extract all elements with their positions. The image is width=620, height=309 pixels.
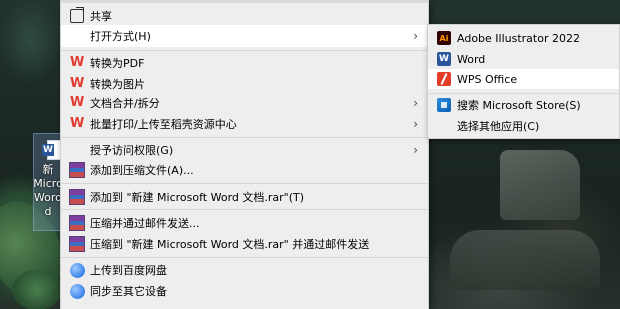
wallpaper-machine xyxy=(450,230,600,290)
menu-item-merge-split[interactable]: 文档合并/拆分 › xyxy=(61,92,428,114)
menu-item-label: 授予访问权限(G) xyxy=(90,144,174,157)
menu-item-label: 同步至其它设备 xyxy=(90,285,167,298)
submenu-item-wps-office[interactable]: WPS Office xyxy=(428,69,619,89)
submenu-item-illustrator[interactable]: Ai Adobe Illustrator 2022 xyxy=(428,28,619,48)
word-icon: W xyxy=(437,52,451,66)
chevron-right-icon: › xyxy=(413,29,418,43)
wps-icon xyxy=(69,95,85,111)
winrar-icon xyxy=(69,189,85,205)
menu-item-compress-rar-email[interactable]: 压缩到 "新建 Microsoft Word 文档.rar" 并通过邮件发送 xyxy=(61,233,428,255)
submenu-item-microsoft-store[interactable]: 搜索 Microsoft Store(S) xyxy=(428,95,619,115)
submenu-item-label: 选择其他应用(C) xyxy=(457,120,540,133)
menu-item-label: 转换为PDF xyxy=(90,57,145,70)
menu-item-sync-devices[interactable]: 同步至其它设备 xyxy=(61,280,428,302)
menu-item-convert-pdf[interactable]: 转换为PDF xyxy=(61,52,428,74)
menu-item-compress-email[interactable]: 压缩并通过邮件发送... xyxy=(61,212,428,234)
winrar-icon xyxy=(69,162,85,178)
menu-item-grant-access[interactable]: 授予访问权限(G) › xyxy=(61,139,428,161)
menu-item-label: 打开方式(H) xyxy=(90,30,151,43)
chevron-right-icon: › xyxy=(413,96,418,110)
submenu-item-label: Adobe Illustrator 2022 xyxy=(457,31,580,45)
menu-item-label: 批量打印/上传至稻壳资源中心 xyxy=(90,118,237,131)
context-menu: 共享 打开方式(H) › 转换为PDF 转换为图片 文档合并/拆分 › 批量打印… xyxy=(60,0,429,309)
menu-item-add-archive[interactable]: 添加到压缩文件(A)... xyxy=(61,159,428,181)
wps-icon xyxy=(69,76,85,92)
submenu-item-label: Word xyxy=(457,52,486,66)
menu-item-add-to-rar[interactable]: 添加到 "新建 Microsoft Word 文档.rar"(T) xyxy=(61,186,428,208)
menu-divider xyxy=(61,0,428,3)
menu-item-label: 上传到百度网盘 xyxy=(90,264,167,277)
menu-item-batch-print[interactable]: 批量打印/上传至稻壳资源中心 › xyxy=(61,113,428,135)
desktop-file-label: 新 Micro Word d xyxy=(33,163,63,218)
menu-item-label: 添加到 "新建 Microsoft Word 文档.rar"(T) xyxy=(90,191,305,204)
menu-item-label: 压缩到 "新建 Microsoft Word 文档.rar" 并通过邮件发送 xyxy=(90,238,370,251)
menu-item-label: 压缩并通过邮件发送... xyxy=(90,217,200,230)
menu-item-label: 转换为图片 xyxy=(90,78,145,91)
menu-divider xyxy=(61,137,428,138)
menu-divider xyxy=(428,93,619,94)
wps-icon xyxy=(69,55,85,71)
menu-divider xyxy=(61,183,428,184)
submenu-item-word[interactable]: W Word xyxy=(428,49,619,69)
baidu-netdisk-icon xyxy=(69,283,85,299)
illustrator-icon: Ai xyxy=(437,31,451,45)
submenu-item-choose-other[interactable]: 选择其他应用(C) xyxy=(428,116,619,136)
menu-item-label: 添加到压缩文件(A)... xyxy=(90,164,194,177)
chevron-right-icon: › xyxy=(413,143,418,157)
submenu-item-label: 搜索 Microsoft Store(S) xyxy=(457,99,581,112)
open-with-submenu: Ai Adobe Illustrator 2022 W Word WPS Off… xyxy=(427,24,620,139)
menu-item-label: 文档合并/拆分 xyxy=(90,97,160,110)
microsoft-store-icon xyxy=(437,98,451,112)
winrar-icon xyxy=(69,236,85,252)
menu-item-upload-baidu[interactable]: 上传到百度网盘 xyxy=(61,259,428,281)
menu-divider xyxy=(61,50,428,51)
wallpaper-leaf xyxy=(12,270,62,309)
menu-divider xyxy=(61,257,428,258)
wps-icon xyxy=(69,116,85,132)
share-icon xyxy=(69,8,85,24)
menu-item-open-with[interactable]: 打开方式(H) › xyxy=(61,25,428,47)
menu-item-share[interactable]: 共享 xyxy=(61,5,428,27)
winrar-icon xyxy=(69,215,85,231)
submenu-item-label: WPS Office xyxy=(457,72,518,86)
wallpaper-machine xyxy=(500,150,580,220)
wps-office-icon xyxy=(437,72,451,86)
menu-item-label: 共享 xyxy=(90,10,112,23)
chevron-right-icon: › xyxy=(413,117,418,131)
baidu-netdisk-icon xyxy=(69,262,85,278)
menu-divider xyxy=(61,209,428,210)
